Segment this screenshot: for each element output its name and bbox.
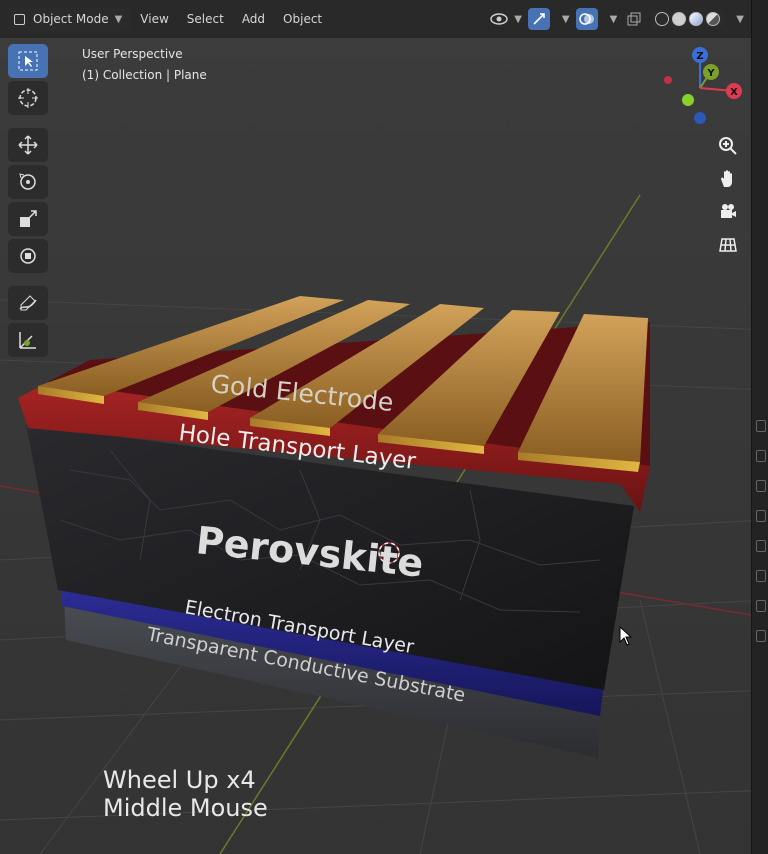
camera-view-button[interactable] bbox=[714, 198, 742, 226]
rotate-tool[interactable] bbox=[8, 165, 48, 199]
rendered-shading-icon[interactable] bbox=[706, 12, 721, 26]
z-axis-label: Z bbox=[696, 51, 703, 62]
mouse-pointer-icon bbox=[619, 626, 633, 646]
tab-icon[interactable] bbox=[756, 510, 766, 522]
3d-viewport[interactable]: Gold Electrode Hole Transport Layer Pero… bbox=[0, 0, 768, 854]
menu-view[interactable]: View bbox=[132, 7, 176, 31]
xray-icon[interactable] bbox=[623, 8, 645, 30]
y-axis-label: Y bbox=[706, 68, 715, 79]
solid-shading-icon[interactable] bbox=[672, 12, 687, 26]
tab-icon[interactable] bbox=[756, 600, 766, 612]
tab-icon[interactable] bbox=[756, 480, 766, 492]
viewport-info: User Perspective (1) Collection | Plane bbox=[82, 44, 207, 86]
keystroke-line-2: Middle Mouse bbox=[103, 794, 268, 822]
move-tool[interactable] bbox=[8, 128, 48, 162]
neg-y-handle[interactable] bbox=[682, 94, 694, 106]
wireframe-shading-icon[interactable] bbox=[655, 12, 670, 26]
rotate-icon bbox=[19, 173, 36, 190]
tab-icon[interactable] bbox=[756, 570, 766, 582]
zoom-button[interactable] bbox=[714, 132, 742, 160]
chevron-down-icon[interactable]: ▼ bbox=[610, 14, 618, 25]
camera-icon bbox=[721, 204, 736, 218]
keystroke-line-1: Wheel Up x4 bbox=[103, 766, 256, 794]
keystroke-overlay: Wheel Up x4 Middle Mouse bbox=[103, 766, 268, 822]
neg-z-handle[interactable] bbox=[694, 112, 706, 124]
properties-edge-strip[interactable] bbox=[751, 0, 768, 854]
overlays-icon[interactable] bbox=[575, 8, 598, 30]
annotate-tool[interactable] bbox=[8, 286, 48, 320]
ortho-toggle-button[interactable] bbox=[714, 231, 742, 259]
measure-icon bbox=[19, 332, 36, 349]
tab-icon[interactable] bbox=[756, 420, 766, 432]
material-shading-icon[interactable] bbox=[689, 12, 704, 26]
scale-tool[interactable] bbox=[8, 202, 48, 236]
measure-tool[interactable] bbox=[8, 323, 48, 357]
navigation-tools bbox=[714, 132, 744, 264]
menu-object[interactable]: Object bbox=[275, 7, 330, 31]
tab-icon[interactable] bbox=[756, 540, 766, 552]
menu-add[interactable]: Add bbox=[234, 7, 273, 31]
chevron-down-icon[interactable]: ▼ bbox=[736, 14, 744, 25]
object-mode-icon bbox=[14, 13, 25, 25]
select-box-icon bbox=[18, 51, 38, 71]
neg-x-handle[interactable] bbox=[664, 76, 672, 84]
tab-icon[interactable] bbox=[756, 450, 766, 462]
grid-view-icon bbox=[719, 238, 737, 252]
cursor-tool[interactable] bbox=[8, 81, 48, 115]
menu-select[interactable]: Select bbox=[179, 7, 232, 31]
cursor-icon bbox=[18, 88, 38, 108]
shading-modes bbox=[651, 10, 725, 28]
x-axis-label: X bbox=[730, 87, 738, 98]
scale-icon bbox=[20, 210, 37, 227]
viewport-header: Object Mode ▼ View Select Add Object ▼ ▼… bbox=[0, 0, 752, 38]
navigation-gizmo[interactable]: Z Y X bbox=[656, 44, 746, 134]
select-box-tool[interactable] bbox=[8, 44, 48, 78]
pan-button[interactable] bbox=[714, 165, 742, 193]
collection-label: (1) Collection | Plane bbox=[82, 68, 207, 82]
perspective-label: User Perspective bbox=[82, 47, 183, 61]
transform-tool[interactable] bbox=[8, 239, 48, 273]
pan-hand-icon bbox=[721, 170, 732, 187]
transform-icon bbox=[20, 248, 36, 264]
chevron-down-icon: ▼ bbox=[114, 13, 123, 25]
zoom-icon bbox=[719, 137, 737, 155]
mode-dropdown[interactable]: Object Mode ▼ bbox=[8, 7, 131, 31]
visibility-icon[interactable]: ▼ bbox=[490, 8, 522, 30]
gizmo-toggle-icon[interactable] bbox=[527, 8, 550, 30]
tab-icon[interactable] bbox=[756, 630, 766, 642]
tool-shelf bbox=[8, 44, 52, 360]
annotate-icon bbox=[19, 295, 37, 311]
mode-label: Object Mode bbox=[33, 12, 109, 26]
header-right-controls: ▼ ▼ ▼ ▼ bbox=[490, 0, 744, 38]
chevron-down-icon[interactable]: ▼ bbox=[562, 14, 570, 25]
move-icon bbox=[18, 135, 38, 155]
